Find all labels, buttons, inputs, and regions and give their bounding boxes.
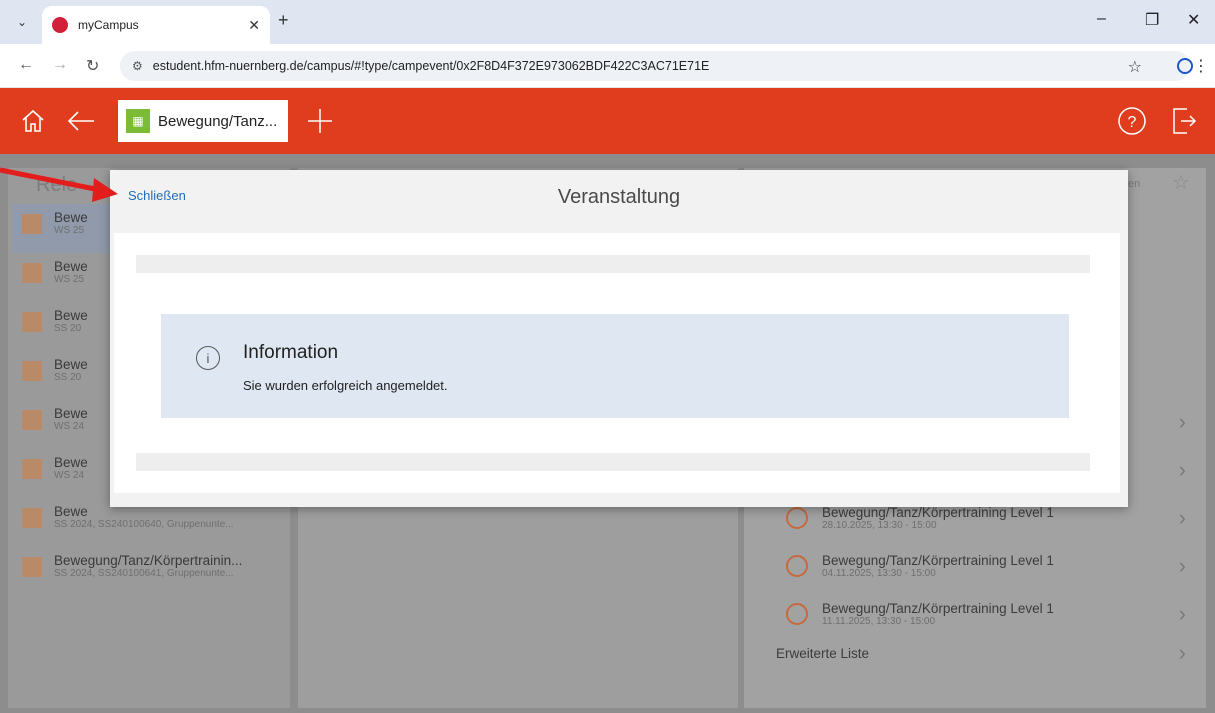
loading-placeholder (136, 453, 1090, 471)
event-icon (22, 459, 42, 479)
reload-icon[interactable]: ↻ (86, 56, 99, 76)
list-item-sub: WS 25 (54, 274, 85, 285)
list-item-sub: SS 2024, SS240100641, Gruppenunte... (54, 568, 234, 579)
app-tab-label: Bewegung/Tanz... (158, 112, 278, 130)
date-icon (786, 555, 808, 577)
list-item-sub: WS 24 (54, 421, 85, 432)
list-item-sub: 11.11.2025, 13:30 - 15:00 (822, 616, 936, 627)
close-window-icon[interactable]: ✕ (1187, 10, 1200, 30)
event-icon (22, 361, 42, 381)
right-panel-small-text: en (1128, 178, 1141, 190)
address-bar-row: ← → ↻ ⚙ estudent.hfm-nuernberg.de/campus… (0, 44, 1215, 88)
chevron-right-icon: › (1178, 457, 1186, 482)
add-tab-icon[interactable] (306, 107, 334, 135)
list-item-title: Bewegung/Tanz/Körpertrainin... (54, 553, 243, 568)
list-item-title: Bewe (54, 406, 88, 421)
list-item[interactable]: Bewegung/Tanz/Körpertraining Level 1 04.1… (776, 542, 1186, 590)
event-icon (22, 557, 42, 577)
info-title: Information (243, 342, 339, 363)
list-item-sub: WS 25 (54, 225, 85, 236)
favorite-star-icon[interactable]: ☆ (1172, 170, 1190, 195)
svg-text:?: ? (1128, 114, 1137, 131)
app-header: ▦ Bewegung/Tanz... ? (0, 88, 1215, 154)
loading-placeholder (136, 255, 1090, 273)
list-item-title: Bewegung/Tanz/Körpertraining Level 1 (822, 505, 1054, 520)
chevron-right-icon: › (1178, 601, 1186, 626)
tab-search-chevron-icon[interactable]: ⌄ (8, 10, 36, 34)
event-icon (22, 410, 42, 430)
list-item-sub: 04.11.2025, 13:30 - 15:00 (822, 568, 936, 579)
home-icon[interactable] (20, 108, 46, 134)
chevron-right-icon: › (1178, 409, 1186, 434)
chevron-right-icon: › (1178, 505, 1186, 530)
info-message: i Information Sie wurden erfolgreich ang… (161, 314, 1069, 418)
more-menu-icon[interactable]: ⋮ (1193, 56, 1209, 76)
list-item[interactable]: Bewegung/Tanz/Körpertraining Level 1 11.1… (776, 590, 1186, 638)
calendar-icon: ▦ (126, 109, 150, 133)
favicon-icon (52, 17, 68, 33)
list-item-title: Bewe (54, 308, 88, 323)
extended-list-label: Erweiterte Liste (776, 645, 870, 661)
chevron-right-icon: › (1178, 553, 1186, 578)
dialog-title: Veranstaltung (557, 186, 681, 208)
browser-tab[interactable]: myCampus ✕ (42, 6, 270, 44)
help-icon[interactable]: ? (1117, 106, 1147, 136)
event-icon (22, 312, 42, 332)
annotation-arrow-icon (0, 167, 118, 202)
list-item-title: Bewe (54, 357, 88, 372)
date-icon (786, 603, 808, 625)
list-item-sub: WS 24 (54, 470, 85, 481)
list-item-title: Bewe (54, 455, 88, 470)
back-arrow-icon[interactable] (66, 108, 96, 134)
info-icon: i (196, 346, 220, 370)
extended-list-link[interactable]: Erweiterte Liste › (776, 640, 1186, 666)
list-item-sub: SS 20 (54, 323, 82, 334)
list-item-title: Bewe (54, 259, 88, 274)
minimize-icon[interactable]: – (1097, 10, 1106, 28)
url-field[interactable]: ⚙ estudent.hfm-nuernberg.de/campus/#!typ… (120, 51, 1190, 81)
browser-tabstrip: ⌄ myCampus ✕ + – ❐ ✕ (0, 0, 1215, 44)
list-item-title: Bewegung/Tanz/Körpertraining Level 1 (822, 553, 1054, 568)
site-info-icon[interactable]: ⚙ (132, 59, 143, 73)
app-tab-active[interactable]: ▦ Bewegung/Tanz... (118, 100, 288, 142)
date-icon (786, 507, 808, 529)
event-dialog: Schließen Veranstaltung i Information Si… (110, 170, 1128, 507)
event-icon (22, 263, 42, 283)
event-icon (22, 214, 42, 234)
list-item-title: Bewe (54, 210, 88, 225)
list-item-title: Bewegung/Tanz/Körpertraining Level 1 (822, 601, 1054, 616)
back-icon[interactable]: ← (18, 56, 34, 74)
chevron-right-icon: › (1178, 640, 1186, 665)
list-item-sub: SS 2024, SS240100640, Gruppenunte... (54, 519, 234, 530)
url-text: estudent.hfm-nuernberg.de/campus/#!type/… (152, 59, 710, 73)
event-icon (22, 508, 42, 528)
tab-title: myCampus (78, 18, 139, 32)
list-item-sub: 28.10.2025, 13:30 - 15:00 (822, 520, 937, 531)
dialog-body: i Information Sie wurden erfolgreich ang… (114, 233, 1120, 493)
tab-close-icon[interactable]: ✕ (248, 17, 260, 34)
logout-icon[interactable] (1171, 105, 1197, 137)
list-item[interactable]: Bewegung/Tanz/Körpertrainin... SS 2024, S… (12, 547, 288, 596)
list-item-sub: SS 20 (54, 372, 82, 383)
bookmark-star-icon[interactable]: ☆ (1128, 57, 1142, 77)
forward-icon[interactable]: → (52, 56, 68, 74)
new-tab-icon[interactable]: + (278, 10, 289, 31)
maximize-icon[interactable]: ❐ (1145, 10, 1159, 30)
info-text: Sie wurden erfolgreich angemeldet. (243, 378, 448, 393)
profile-icon[interactable] (1177, 58, 1193, 74)
